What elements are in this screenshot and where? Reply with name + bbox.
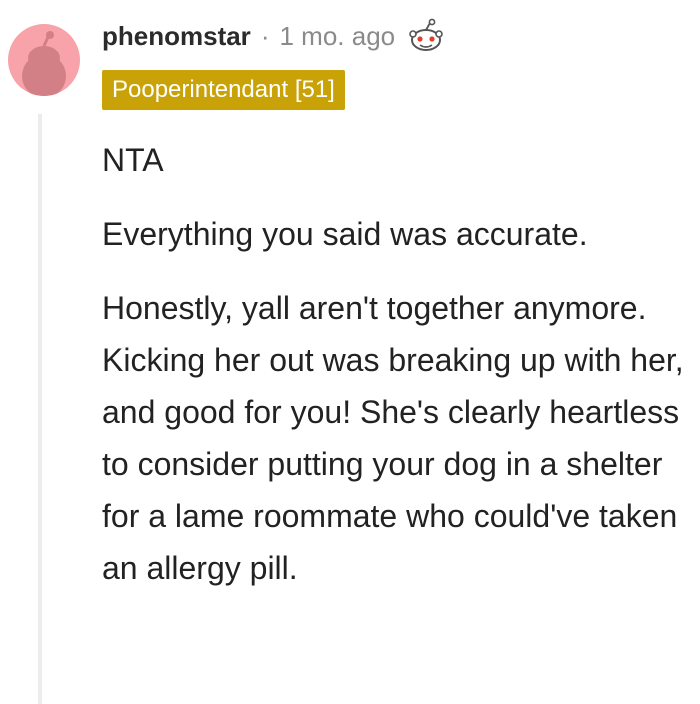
comment-paragraph: Everything you said was accurate. bbox=[102, 216, 588, 252]
comment-paragraph: NTA bbox=[102, 142, 164, 178]
comment-body: NTA Everything you said was accurate. Ho… bbox=[102, 134, 692, 616]
avatar[interactable] bbox=[8, 24, 80, 96]
user-flair: Pooperintendant [51] bbox=[102, 70, 345, 110]
timestamp-link[interactable]: 1 mo. ago bbox=[279, 21, 395, 52]
snoo-avatar-icon bbox=[22, 31, 66, 96]
username-link[interactable]: phenomstar bbox=[102, 21, 251, 52]
thread-line[interactable] bbox=[38, 114, 42, 704]
snoo-award-icon[interactable] bbox=[407, 17, 445, 55]
comment-paragraph: Honestly, yall aren't together anymore. … bbox=[102, 290, 684, 586]
comment-meta: phenomstar · 1 mo. ago bbox=[102, 18, 445, 54]
meta-separator: · bbox=[260, 20, 270, 51]
